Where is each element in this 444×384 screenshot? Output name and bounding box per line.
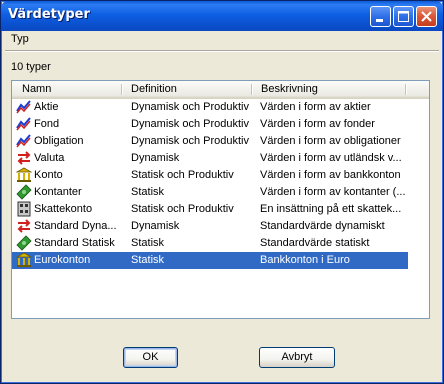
- column-header-name[interactable]: Namn: [22, 81, 51, 98]
- window: Värdetyper Typ 10 typer Namn Definition …: [0, 0, 444, 384]
- column-divider[interactable]: [405, 84, 407, 95]
- row-name: Aktie: [34, 101, 59, 113]
- row-definition: Statisk: [131, 254, 165, 266]
- row-definition: Dynamisk och Produktiv: [131, 101, 249, 113]
- column-header-description[interactable]: Beskrivning: [261, 81, 318, 98]
- row-definition: Statisk och Produktiv: [131, 203, 234, 215]
- row-name: Fond: [34, 118, 60, 130]
- row-description: Värden i form av fonder: [260, 118, 375, 130]
- fund-chart-icon: [16, 116, 32, 132]
- cancel-button[interactable]: Avbryt: [259, 347, 335, 368]
- list-row[interactable]: Valuta Dynamisk Värden i form av utländsk …: [12, 150, 408, 167]
- row-definition: Dynamisk och Produktiv: [131, 118, 249, 130]
- row-name: Konto: [34, 169, 63, 181]
- row-description: Bankkonton i Euro: [260, 254, 350, 266]
- row-description: Värden i form av kontanter (...: [260, 186, 406, 198]
- row-description: Värden i form av utländsk v...: [260, 152, 402, 164]
- maximize-button[interactable]: [393, 6, 414, 27]
- column-divider[interactable]: [121, 84, 123, 95]
- item-count-label: 10 typer: [11, 61, 51, 73]
- row-name: Standard Statisk: [34, 237, 115, 249]
- row-description: En insättning på ett skattek...: [260, 203, 402, 215]
- list-row[interactable]: Konto Statisk och Produktiv Värden i form …: [12, 167, 408, 184]
- bond-chart-icon: [16, 133, 32, 149]
- menu-divider: [5, 50, 439, 52]
- column-divider[interactable]: [251, 84, 253, 95]
- cash-icon: [16, 235, 32, 251]
- bank-icon: [15, 252, 33, 268]
- currency-exchange-icon: [16, 218, 32, 234]
- row-description: Värden i form av bankkonton: [260, 169, 401, 181]
- close-icon: [421, 11, 432, 22]
- row-name: Valuta: [34, 152, 65, 164]
- row-definition: Statisk: [131, 237, 165, 249]
- row-name: Skattekonto: [34, 203, 93, 215]
- list-header: Namn Definition Beskrivning: [12, 81, 429, 99]
- minimize-button[interactable]: [370, 6, 391, 27]
- row-description: Standardvärde statiskt: [260, 237, 370, 249]
- currency-exchange-icon: [16, 150, 32, 166]
- row-name: Eurokonton: [34, 254, 91, 266]
- row-definition: Statisk och Produktiv: [131, 169, 234, 181]
- row-definition: Statisk: [131, 186, 165, 198]
- row-name: Obligation: [34, 135, 84, 147]
- ok-button[interactable]: OK: [123, 347, 178, 368]
- list-row[interactable]: Aktie Dynamisk och Produktiv Värden i form…: [12, 99, 408, 116]
- tax-account-icon: [16, 201, 32, 217]
- value-type-list[interactable]: Namn Definition Beskrivning Aktie Dynamis…: [11, 80, 430, 319]
- bank-icon: [15, 167, 33, 183]
- list-row[interactable]: Kontanter Statisk Värden i form av kontant…: [12, 184, 408, 201]
- menu-bar: Typ: [5, 31, 439, 49]
- row-description: Värden i form av obligationer: [260, 135, 401, 147]
- title-bar[interactable]: Värdetyper: [1, 1, 443, 31]
- row-definition: Dynamisk: [131, 152, 180, 164]
- list-row[interactable]: Standard Statisk Statisk Standardvärde sta…: [12, 235, 408, 252]
- row-description: Standardvärde dynamiskt: [260, 220, 385, 232]
- maximize-icon: [398, 11, 409, 22]
- list-row[interactable]: Fond Dynamisk och Produktiv Värden i form …: [12, 116, 408, 133]
- menu-typ[interactable]: Typ: [11, 33, 29, 45]
- cash-icon: [16, 184, 32, 200]
- close-button[interactable]: [416, 6, 437, 27]
- list-row[interactable]: Standard Dyna... Dynamisk Standardvärde dy…: [12, 218, 408, 235]
- row-definition: Dynamisk: [131, 220, 180, 232]
- stock-chart-icon: [16, 99, 32, 115]
- window-title: Värdetyper: [8, 7, 90, 22]
- minimize-icon: [376, 19, 383, 22]
- list-row[interactable]: Obligation Dynamisk och Produktiv Värden i…: [12, 133, 408, 150]
- row-name: Standard Dyna...: [34, 220, 117, 232]
- row-name: Kontanter: [34, 186, 82, 198]
- list-row[interactable]: Skattekonto Statisk och Produktiv En insät…: [12, 201, 408, 218]
- row-definition: Dynamisk och Produktiv: [131, 135, 249, 147]
- row-description: Värden i form av aktier: [260, 101, 371, 113]
- list-row[interactable]: Eurokonton Statisk Bankkonton i Euro: [12, 252, 408, 269]
- column-header-definition[interactable]: Definition: [131, 81, 177, 98]
